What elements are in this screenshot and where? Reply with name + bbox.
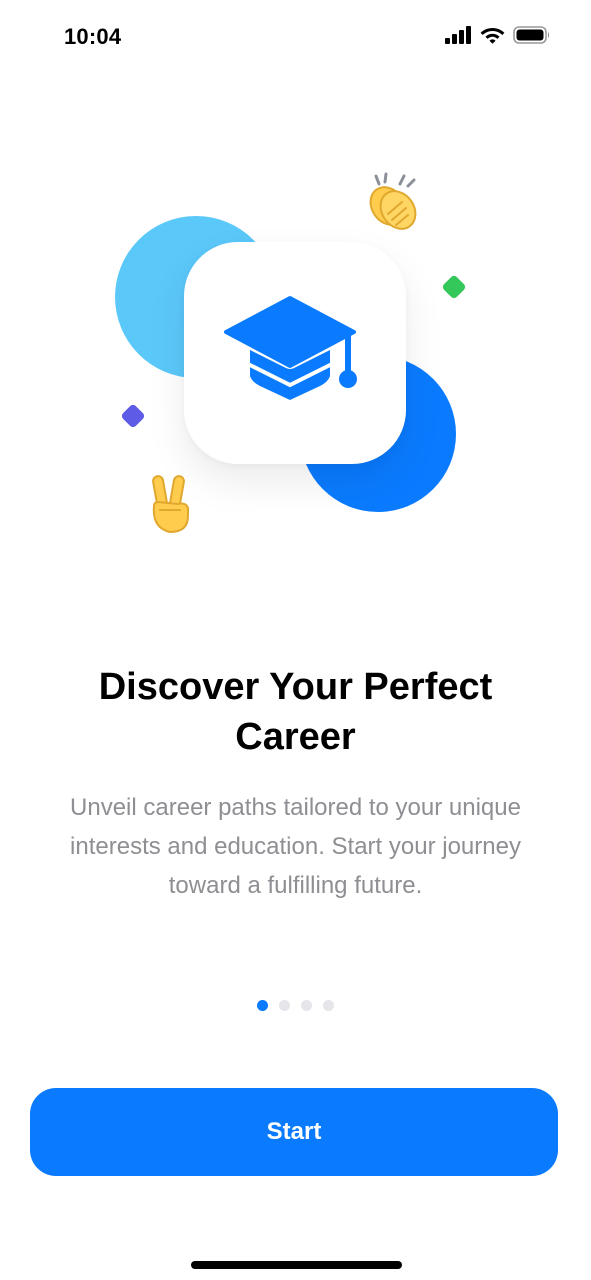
wifi-icon (480, 26, 505, 49)
cellular-signal-icon (445, 26, 472, 49)
clapping-hands-emoji-icon (362, 170, 426, 234)
onboarding-illustration (100, 160, 500, 560)
page-dot-1[interactable] (257, 1000, 268, 1011)
graduation-cap-icon (224, 292, 364, 417)
victory-hand-emoji-icon (146, 472, 196, 536)
start-button[interactable]: Start (30, 1088, 558, 1176)
onboarding-description: Unveil career paths tailored to your uni… (70, 794, 521, 899)
status-bar: 10:04 (0, 0, 591, 76)
page-dot-4[interactable] (323, 1000, 334, 1011)
app-icon-card (184, 242, 406, 464)
home-indicator[interactable] (191, 1261, 402, 1269)
decorative-diamond-purple (120, 403, 146, 429)
page-dot-3[interactable] (301, 1000, 312, 1011)
onboarding-title: Discover Your Perfect Career (98, 666, 493, 758)
status-time: 10:04 (64, 24, 122, 49)
decorative-diamond-green (441, 274, 467, 300)
status-icons (445, 26, 551, 49)
page-indicator (0, 1000, 591, 1011)
battery-icon (513, 26, 551, 49)
page-dot-2[interactable] (279, 1000, 290, 1011)
